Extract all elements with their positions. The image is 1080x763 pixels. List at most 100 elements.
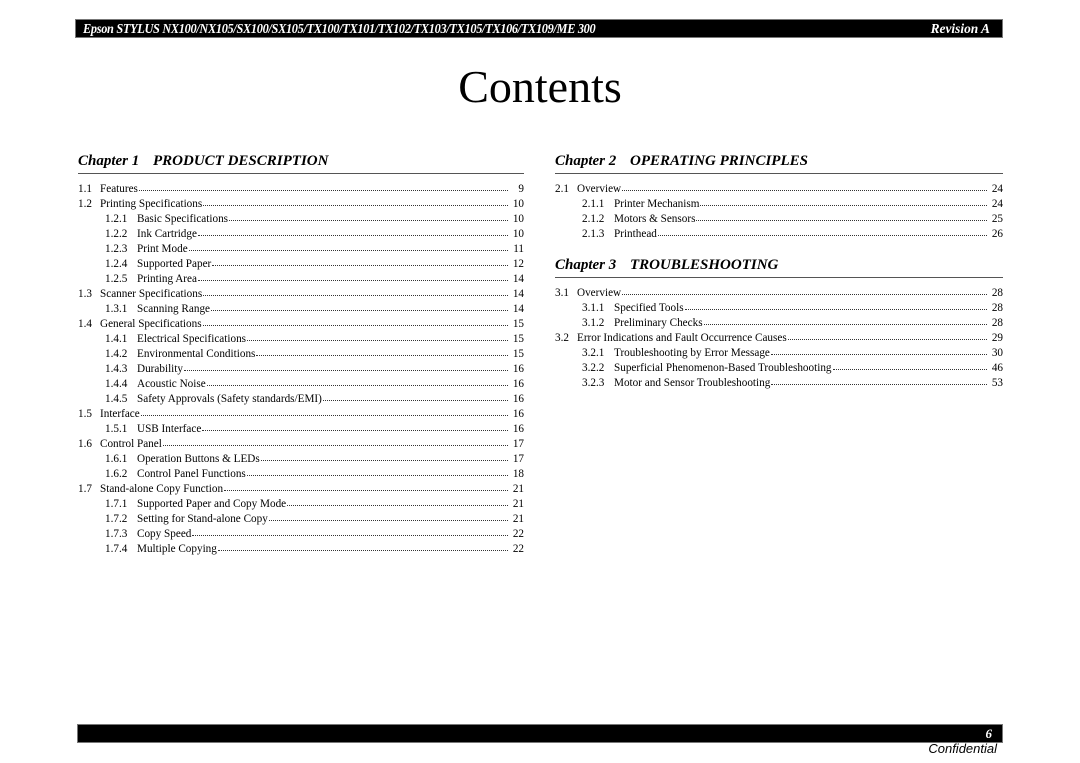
toc-entry[interactable]: 3.1 Overview 28 [555,284,1003,299]
dot-leader [197,224,508,236]
section-number: 3.2.3 [582,377,605,389]
dot-leader [832,358,987,370]
dot-leader [192,524,508,536]
section-title: Printhead [614,228,657,240]
chapter-heading[interactable]: Chapter 1 PRODUCT DESCRIPTION [78,150,524,172]
toc-entry[interactable]: 3.2.2 Superficial Phenomenon-Based Troubl… [555,359,1003,374]
toc-entry[interactable]: 1.2.3 Print Mode 11 [78,240,524,255]
toc-entry[interactable]: 1.4.3 Durability 16 [78,360,524,375]
dot-leader [203,284,508,296]
toc-entry[interactable]: 1.7.2 Setting for Stand-alone Copy 21 [78,510,524,525]
toc-entry[interactable]: 2.1.3 Printhead 26 [555,225,1003,240]
toc-entry[interactable]: 3.2.1 Troubleshooting by Error Message 30 [555,344,1003,359]
dot-leader [206,374,508,386]
dot-leader [787,328,987,340]
dot-leader [211,299,508,311]
chapter-divider [555,173,1003,174]
toc-entry[interactable]: 1.4.4 Acoustic Noise 16 [78,375,524,390]
document-title: Epson STYLUS NX100/NX105/SX100/SX105/TX1… [83,21,596,36]
toc-entry[interactable]: 1.6 Control Panel 17 [78,435,524,450]
toc-entry[interactable]: 1.1 Features 9 [78,180,524,195]
dot-leader [260,449,508,461]
dot-leader [188,239,508,251]
toc-entry[interactable]: 1.6.1 Operation Buttons & LEDs 17 [78,450,524,465]
toc-entry[interactable]: 1.3 Scanner Specifications 14 [78,285,524,300]
revision-label: Revision A [930,21,990,36]
toc-entries: 3.1 Overview 28 3.1.1 Specified Tools 28 3.1.2… [555,284,1003,389]
toc-entry[interactable]: 1.4.1 Electrical Specifications 15 [78,330,524,345]
toc-entry[interactable]: 2.1.2 Motors & Sensors 25 [555,210,1003,225]
confidential-label: Confidential [928,741,997,756]
dot-leader [684,298,987,310]
page-title: Contents [458,61,622,112]
dot-leader [224,479,508,491]
toc-right-column: Chapter 2 OPERATING PRINCIPLES 2.1 Overvi… [555,150,1003,389]
dot-leader [700,194,987,206]
toc-entry[interactable]: 1.4.2 Environmental Conditions 15 [78,345,524,360]
page-ref: 22 [512,543,524,555]
toc-entry[interactable]: 1.2.4 Supported Paper 12 [78,255,524,270]
toc-entry[interactable]: 3.1.2 Preliminary Checks 28 [555,314,1003,329]
toc-entry[interactable]: 2.1.1 Printer Mechanism 24 [555,195,1003,210]
toc-entry[interactable]: 1.3.1 Scanning Range 14 [78,300,524,315]
section-title: Motor and Sensor Troubleshooting [614,377,771,389]
section-title: Multiple Copying [137,543,217,555]
toc-entry[interactable]: 3.2.3 Motor and Sensor Troubleshooting 53 [555,374,1003,389]
dot-leader [203,194,508,206]
dot-leader [138,179,508,191]
toc-left-column: Chapter 1 PRODUCT DESCRIPTION 1.1 Feature… [78,150,524,555]
chapter-divider [78,173,524,174]
chapter-number: Chapter 2 [555,153,617,169]
dot-leader [771,373,987,385]
dot-leader [246,464,508,476]
toc-entry[interactable]: 1.7.3 Copy Speed 22 [78,525,524,540]
chapter-3: Chapter 3 TROUBLESHOOTING 3.1 Overview 28 3… [555,254,1003,389]
toc-entry[interactable]: 2.1 Overview 24 [555,180,1003,195]
dot-leader [322,389,508,401]
toc-entry[interactable]: 1.4 General Specifications 15 [78,315,524,330]
chapter-heading[interactable]: Chapter 2 OPERATING PRINCIPLES [555,150,1003,172]
toc-entry[interactable]: 1.2 Printing Specifications 10 [78,195,524,210]
dot-leader [229,209,508,221]
dot-leader [622,283,987,295]
page-ref: 53 [991,377,1003,389]
toc-entries: 1.1 Features 9 1.2 Printing Specifications 10… [78,180,524,555]
chapter-divider [555,277,1003,278]
section-number: 1.7.4 [105,543,128,555]
dot-leader [202,419,508,431]
chapter-heading[interactable]: Chapter 3 TROUBLESHOOTING [555,254,1003,276]
toc-entry[interactable]: 1.7.4 Multiple Copying 22 [78,540,524,555]
toc-entry[interactable]: 1.2.5 Printing Area 14 [78,270,524,285]
dot-leader [256,344,508,356]
dot-leader [696,209,987,221]
toc-entry[interactable]: 1.7.1 Supported Paper and Copy Mode 21 [78,495,524,510]
toc-entry[interactable]: 1.5.1 USB Interface 16 [78,420,524,435]
chapter-number: Chapter 1 [78,153,140,169]
chapter-1: Chapter 1 PRODUCT DESCRIPTION 1.1 Feature… [78,150,524,555]
toc-entry[interactable]: 1.2.2 Ink Cartridge 10 [78,225,524,240]
dot-leader [268,509,508,521]
dot-leader [287,494,508,506]
toc-entry[interactable]: 1.7 Stand-alone Copy Function 21 [78,480,524,495]
dot-leader [162,434,508,446]
dot-leader [202,314,508,326]
dot-leader [703,313,987,325]
chapter-number: Chapter 3 [555,257,617,273]
dot-leader [247,329,508,341]
toc-entry[interactable]: 1.5 Interface 16 [78,405,524,420]
page-number: 6 [985,726,993,741]
toc-entry[interactable]: 1.2.1 Basic Specifications 10 [78,210,524,225]
chapter-title: OPERATING PRINCIPLES [630,153,808,169]
dot-leader [197,269,508,281]
footer-bar: 6 [77,724,1003,743]
toc-entry[interactable]: 3.1.1 Specified Tools 28 [555,299,1003,314]
dot-leader [657,224,987,236]
toc-entry[interactable]: 3.2 Error Indications and Fault Occurrenc… [555,329,1003,344]
dot-leader [622,179,987,191]
dot-leader [212,254,508,266]
toc-entry[interactable]: 1.6.2 Control Panel Functions 18 [78,465,524,480]
toc-entry[interactable]: 1.4.5 Safety Approvals (Safety standards/… [78,390,524,405]
chapter-title: TROUBLESHOOTING [630,257,779,273]
dot-leader [140,404,508,416]
header-bar: Epson STYLUS NX100/NX105/SX100/SX105/TX1… [75,19,1003,38]
